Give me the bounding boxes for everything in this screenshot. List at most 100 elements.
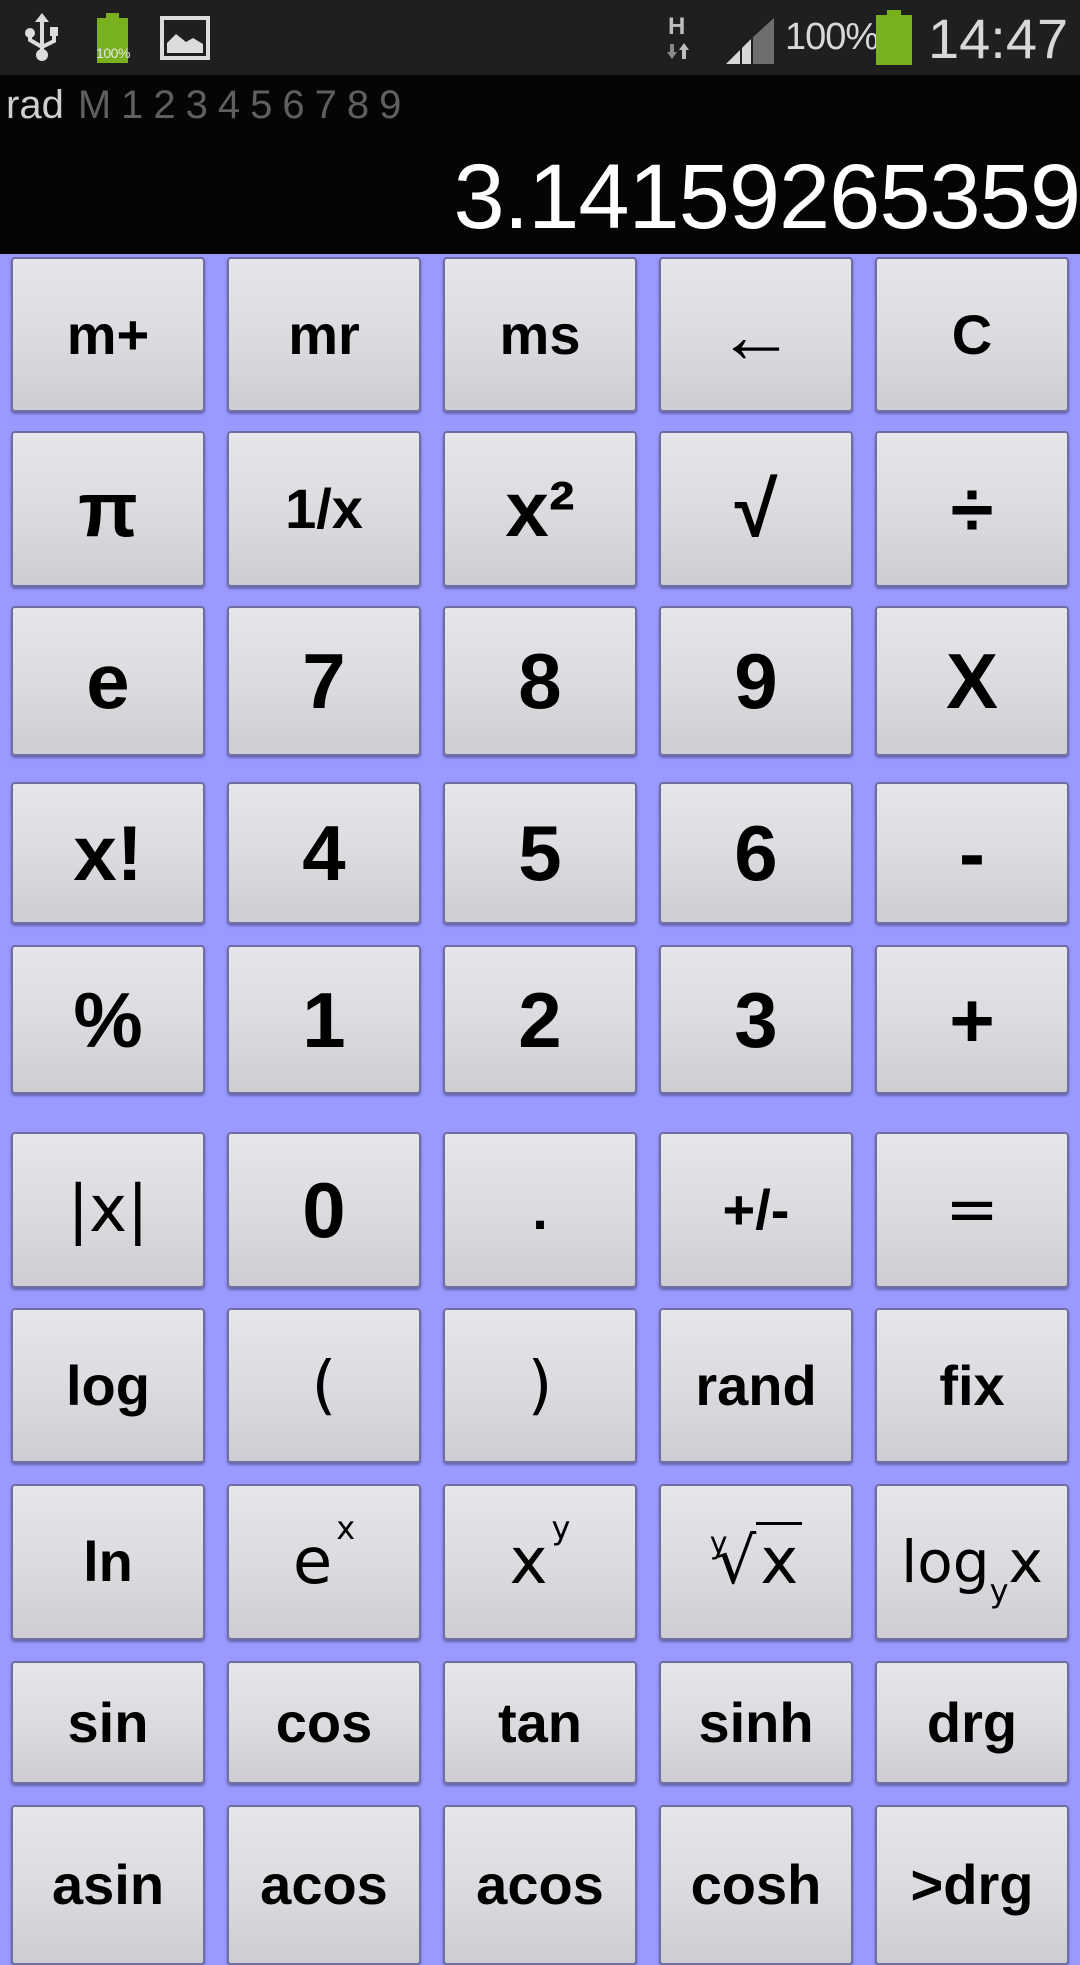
key-square[interactable]: x² [443,431,637,587]
key-label: sin [68,1694,149,1751]
key-label: xy [510,1512,571,1594]
key-power[interactable]: xy [443,1484,637,1640]
key-m-plus[interactable]: m+ [11,257,205,412]
key-sqrt[interactable]: √ [659,431,853,587]
key-negate[interactable]: +/- [659,1132,853,1288]
key-text: acos [260,1853,388,1916]
key-0[interactable]: 0 [227,1132,421,1288]
key-text: % [73,975,143,1064]
key-drg[interactable]: drg [875,1661,1069,1784]
status-bar: 100% H 100% 14:47 [0,0,1080,75]
indicator-row: rad M 1 2 3 4 5 6 7 8 9 [6,83,411,128]
key-asin[interactable]: asin [11,1805,205,1965]
key-to-drg[interactable]: >drg [875,1805,1069,1965]
key-reciprocal[interactable]: 1/x [227,431,421,587]
clock: 14:47 [928,7,1069,70]
key-label: +/- [723,1182,790,1238]
key-label: 1 [302,981,345,1059]
key-sin[interactable]: sin [11,1661,205,1784]
key-5[interactable]: 5 [443,782,637,924]
key-clear[interactable]: C [875,257,1069,412]
key-text: cosh [690,1853,822,1916]
key-3[interactable]: 3 [659,945,853,1094]
key-ln[interactable]: ln [11,1484,205,1640]
key-abs[interactable]: |x| [11,1132,205,1288]
key-label: ( [312,1354,337,1418]
key-text: log [901,1528,990,1596]
battery-small-icon: 100% [95,13,130,63]
key-divide[interactable]: ÷ [875,431,1069,587]
key-text: 3 [734,975,778,1064]
keypad: m+ mr ms ← Cπ 1/x x² √ ÷ e 7 8 9 Xx! 4 5 6 -% 1 2 3 + |x| 0. +/-… [0,254,1080,1965]
key-percent[interactable]: % [11,945,205,1094]
key-label: drg [927,1694,1017,1751]
key-label: . [532,1182,548,1238]
key-e[interactable]: e [11,606,205,756]
key-text: ln [83,1530,133,1593]
radicand: x [756,1522,803,1599]
key-2[interactable]: 2 [443,945,637,1094]
memory-indicators: M123456789 [78,83,412,127]
key-multiply[interactable]: X [875,606,1069,756]
key-text: sin [67,1690,149,1754]
key-fix[interactable]: fix [875,1308,1069,1463]
key-backspace[interactable]: ← [659,257,853,412]
key-label: 8 [518,642,561,720]
key-ms[interactable]: ms [443,257,637,412]
key-label: ln [83,1534,133,1590]
key-cos[interactable]: cos [227,1661,421,1784]
signal-strength-icon [726,18,774,64]
key-label: sinh [698,1694,813,1751]
key-decimal[interactable]: . [443,1132,637,1288]
key-sinh[interactable]: sinh [659,1661,853,1784]
key-label: 4 [302,814,345,892]
key-label: = [945,1178,999,1242]
memory-indicator: 5 [250,83,273,127]
key-subtract[interactable]: - [875,782,1069,924]
key-close-paren[interactable]: ) [443,1308,637,1463]
key-nth-root[interactable]: y√x [659,1484,853,1640]
key-text: = [945,1173,999,1247]
memory-indicator: 3 [185,83,208,127]
key-open-paren[interactable]: ( [227,1308,421,1463]
key-4[interactable]: 4 [227,782,421,924]
key-mr[interactable]: mr [227,257,421,412]
key-pi[interactable]: π [11,431,205,587]
key-log[interactable]: log [11,1308,205,1463]
key-label: π [78,470,138,548]
key-6[interactable]: 6 [659,782,853,924]
key-rand[interactable]: rand [659,1308,853,1463]
key-text: √ [734,465,778,553]
key-1[interactable]: 1 [227,945,421,1094]
key-equals[interactable]: = [875,1132,1069,1288]
key-8[interactable]: 8 [443,606,637,756]
key-add[interactable]: + [875,945,1069,1094]
key-text: fix [939,1353,1005,1417]
key-text: + [949,975,995,1064]
key-exp[interactable]: ex [227,1484,421,1640]
key-label: √ [735,470,778,548]
key-text: e [292,1525,333,1599]
key-factorial[interactable]: x! [11,782,205,924]
key-text: 0 [302,1166,346,1254]
key-text: rand [695,1353,817,1417]
memory-indicator: 6 [282,83,305,127]
result-value: 3.14159265359 [453,146,1080,248]
key-label: >drg [911,1857,1034,1913]
key-tan[interactable]: tan [443,1661,637,1784]
key-9[interactable]: 9 [659,606,853,756]
key-cosh[interactable]: cosh [659,1805,853,1965]
key-log-base[interactable]: logyx [875,1484,1069,1640]
key-text: sinh [698,1690,814,1754]
key-acos-2[interactable]: acos [443,1805,637,1965]
key-label: |x| [68,1178,149,1242]
key-text: >drg [910,1853,1034,1916]
network-type-label: H [668,13,685,40]
gallery-icon [160,16,210,60]
key-text: acos [476,1853,604,1916]
key-7[interactable]: 7 [227,606,421,756]
key-label: log [66,1357,150,1414]
key-label: 5 [518,814,561,892]
key-acos[interactable]: acos [227,1805,421,1965]
key-text: e [86,637,130,725]
